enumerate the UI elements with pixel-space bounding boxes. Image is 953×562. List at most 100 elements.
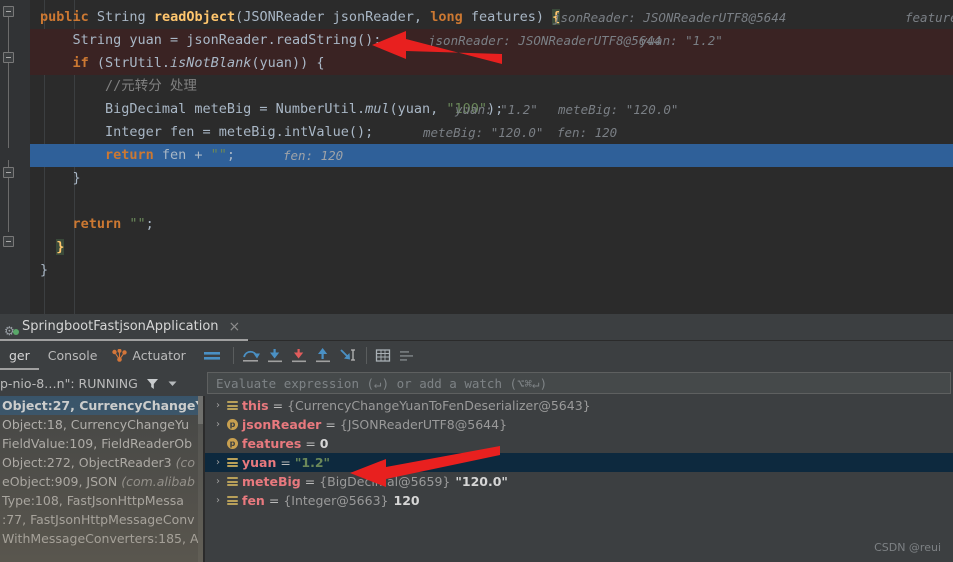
code-token: .	[275, 124, 284, 140]
code-token: .	[161, 55, 171, 71]
code-token: }	[40, 262, 49, 278]
code-token: public	[40, 9, 97, 25]
run-tab-label: SpringbootFastjsonApplication	[22, 319, 219, 334]
code-token: )	[535, 9, 553, 25]
expand-chevron-icon[interactable]: ›	[211, 415, 225, 434]
frame-row[interactable]: Object:272, ObjectReader3 (co	[0, 453, 203, 472]
fold-guide-line	[8, 6, 9, 148]
settings-list-icon[interactable]	[397, 341, 421, 370]
expand-chevron-icon[interactable]: ›	[211, 396, 225, 415]
code-token: (	[96, 55, 105, 71]
debug-tool-window: ⚙ SpringbootFastjsonApplication × ger Co…	[0, 314, 953, 562]
frames-list: Object:27, CurrencyChangeYu Object:18, Cu…	[0, 396, 203, 548]
parameter-icon: p	[225, 434, 242, 453]
fold-marker-if[interactable]	[3, 52, 14, 63]
code-token: isNotBlank	[170, 55, 252, 71]
variable-name: yuan	[242, 455, 277, 470]
tab-debugger[interactable]: ger	[0, 341, 39, 370]
code-token: intValue	[283, 124, 349, 140]
ide-window: public String readObject(JSONReader json…	[0, 0, 953, 562]
thread-selector-value: p-nio-8…n": RUNNING	[0, 375, 138, 391]
code-token: //元转分 处理	[104, 78, 197, 94]
code-line[interactable]: String yuan = jsonReader.readString(); js…	[30, 29, 953, 52]
code-line[interactable]: if (StrUtil.isNotBlank(yuan)) {	[30, 52, 953, 75]
filter-icon[interactable]	[146, 377, 159, 390]
field-icon	[225, 453, 242, 472]
editor-gutter[interactable]	[0, 0, 30, 314]
variable-row[interactable]: › this = {CurrencyChangeYuanToFenDeserializ…	[205, 396, 953, 415]
code-line[interactable]: }	[30, 236, 953, 259]
frame-row[interactable]: Object:18, CurrencyChangeYu	[0, 415, 203, 434]
variable-row[interactable]: › p jsonReader = {JSONReaderUTF8@5644}	[205, 415, 953, 434]
frame-label: WithMessageConverters:185, A	[2, 531, 199, 546]
code-line[interactable]: return fen + ""; fen: 120	[30, 144, 953, 167]
code-line[interactable]: }	[30, 167, 953, 190]
code-token: return	[104, 147, 162, 163]
variables-panel[interactable]: › this = {CurrencyChangeYuanToFenDeserializ…	[205, 396, 953, 562]
tab-actuator[interactable]: Actuator	[106, 341, 194, 370]
code-line-text: Integer fen = meteBig.intValue();	[30, 121, 373, 144]
code-line[interactable]: }	[30, 259, 953, 282]
frame-row[interactable]: Type:108, FastJsonHttpMessa	[0, 491, 203, 510]
code-line[interactable]	[30, 190, 953, 213]
expand-chevron-icon[interactable]: ›	[211, 472, 225, 491]
variable-row[interactable]: › yuan = "1.2"	[205, 453, 953, 472]
inline-debug-hint: meteBig: "120.0"	[423, 125, 544, 140]
code-line[interactable]: BigDecimal meteBig = NumberUtil.mul(yuan…	[30, 98, 953, 121]
step-into-icon[interactable]	[264, 341, 288, 370]
frames-panel[interactable]: Object:27, CurrencyChangeYu Object:18, Cu…	[0, 396, 203, 562]
code-line-text: public String readObject(JSONReader json…	[30, 6, 561, 29]
variable-name: meteBig	[242, 474, 301, 489]
code-line[interactable]: Integer fen = meteBig.intValue(); meteBig…	[30, 121, 953, 144]
variable-equals: =	[280, 455, 291, 470]
field-icon	[225, 472, 242, 491]
step-over-icon[interactable]	[240, 341, 264, 370]
variable-row[interactable]: p features = 0	[205, 434, 953, 453]
code-token: mul	[365, 101, 390, 117]
code-token: +	[194, 147, 211, 163]
inline-debug-hint: features: 0	[905, 10, 953, 25]
code-area[interactable]: public String readObject(JSONReader json…	[30, 0, 953, 314]
code-line[interactable]: //元转分 处理	[30, 75, 953, 98]
expand-chevron-icon[interactable]: ›	[211, 491, 225, 510]
variable-reference: {Integer@5663}	[283, 493, 389, 508]
close-icon[interactable]: ×	[229, 319, 241, 335]
variable-row[interactable]: › fen = {Integer@5663} 120	[205, 491, 953, 510]
expand-chevron-icon[interactable]: ›	[211, 453, 225, 472]
evaluate-expression-icon[interactable]	[373, 341, 397, 370]
layout-icon[interactable]	[203, 341, 227, 370]
frame-row[interactable]: eObject:909, JSON (com.alibab	[0, 472, 203, 491]
code-line[interactable]: return "";	[30, 213, 953, 236]
thread-selector[interactable]: p-nio-8…n": RUNNING	[0, 370, 204, 396]
variable-equals: =	[305, 436, 316, 451]
variable-equals: =	[325, 417, 336, 432]
variable-value: "120.0"	[455, 474, 508, 489]
code-token: features	[470, 9, 536, 25]
frame-label: Type:108, FastJsonHttpMessa	[2, 493, 184, 508]
code-editor[interactable]: public String readObject(JSONReader json…	[0, 0, 953, 314]
variable-reference: {JSONReaderUTF8@5644}	[339, 417, 508, 432]
code-token: .	[267, 32, 276, 48]
force-step-into-icon[interactable]	[288, 341, 312, 370]
chevron-down-icon[interactable]	[167, 378, 178, 389]
frame-row[interactable]: WithMessageConverters:185, A	[0, 529, 203, 548]
frame-row[interactable]: FieldValue:109, FieldReaderOb	[0, 434, 203, 453]
code-token: ();	[356, 32, 382, 48]
toolbar-separator-1	[232, 347, 234, 364]
step-out-icon[interactable]	[312, 341, 336, 370]
run-tab-springboot-application[interactable]: ⚙ SpringbootFastjsonApplication ×	[0, 314, 249, 341]
code-line[interactable]: public String readObject(JSONReader json…	[30, 6, 953, 29]
fold-marker-if-end[interactable]	[3, 167, 14, 178]
variable-row[interactable]: › meteBig = {BigDecimal@5659} "120.0"	[205, 472, 953, 491]
fold-marker-method[interactable]	[3, 6, 14, 17]
fold-marker-method-end[interactable]	[3, 236, 14, 247]
run-to-cursor-icon[interactable]	[336, 341, 360, 370]
evaluate-expression-input[interactable]: Evaluate expression (↵) or add a watch (…	[207, 372, 951, 394]
code-token: meteBig	[218, 124, 276, 140]
tab-console[interactable]: Console	[39, 341, 107, 370]
code-token: }	[56, 239, 65, 255]
frame-row[interactable]: :77, FastJsonHttpMessageConv	[0, 510, 203, 529]
frame-row[interactable]: Object:27, CurrencyChangeYu	[0, 396, 203, 415]
frame-label: eObject:909, JSON	[2, 474, 122, 489]
variable-name: jsonReader	[242, 417, 322, 432]
